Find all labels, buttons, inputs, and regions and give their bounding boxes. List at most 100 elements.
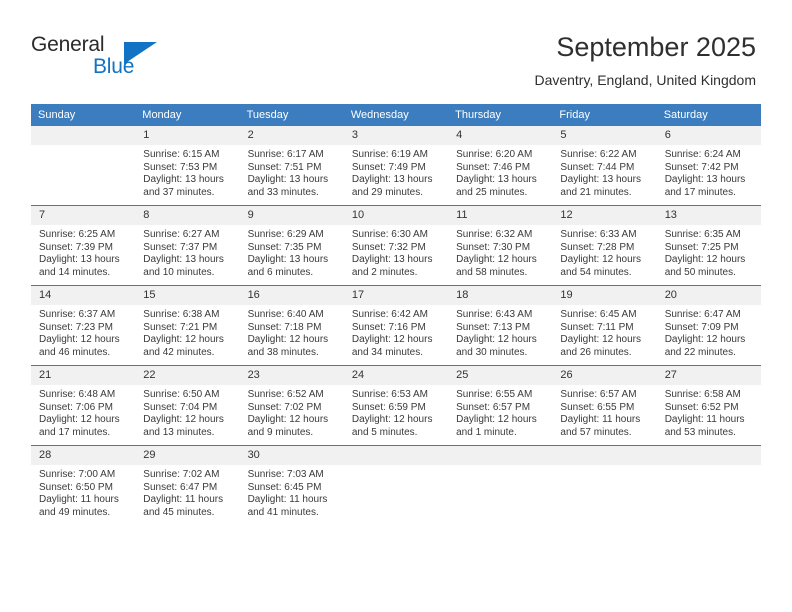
day-cell[interactable]: [448, 445, 553, 525]
day-cell[interactable]: 17 Sunrise: 6:42 AM Sunset: 7:16 PM Dayl…: [343, 285, 449, 366]
daylight-text-line1: Daylight: 12 hours: [143, 334, 224, 346]
day-cell[interactable]: 22 Sunrise: 6:50 AM Sunset: 7:04 PM Dayl…: [135, 365, 240, 446]
day-details: Sunrise: 6:17 AM Sunset: 7:51 PM Dayligh…: [240, 145, 344, 199]
daylight-text-line1: Daylight: 11 hours: [664, 414, 745, 426]
sunrise-text: Sunrise: 6:47 AM: [664, 309, 741, 320]
day-cell[interactable]: 4 Sunrise: 6:20 AM Sunset: 7:46 PM Dayli…: [448, 126, 553, 206]
sunrise-text: Sunrise: 7:00 AM: [39, 469, 116, 480]
sunset-text: Sunset: 7:28 PM: [560, 241, 635, 253]
day-cell[interactable]: 13 Sunrise: 6:35 AM Sunset: 7:25 PM Dayl…: [656, 205, 761, 286]
sunrise-text: Sunrise: 6:24 AM: [664, 149, 741, 160]
daylight-text-line1: Daylight: 12 hours: [39, 414, 120, 426]
day-cell[interactable]: 5 Sunrise: 6:22 AM Sunset: 7:44 PM Dayli…: [552, 126, 657, 206]
day-details: Sunrise: 6:29 AM Sunset: 7:35 PM Dayligh…: [240, 225, 344, 279]
day-cell[interactable]: [31, 126, 136, 206]
day-cell[interactable]: 8 Sunrise: 6:27 AM Sunset: 7:37 PM Dayli…: [135, 205, 240, 286]
day-cell[interactable]: 2 Sunrise: 6:17 AM Sunset: 7:51 PM Dayli…: [239, 126, 344, 206]
daylight-text-line1: Daylight: 13 hours: [247, 254, 329, 266]
day-cell[interactable]: [343, 445, 449, 525]
daylight-text-line2: and 57 minutes.: [560, 426, 632, 438]
week-row: 21 Sunrise: 6:48 AM Sunset: 7:06 PM Dayl…: [31, 365, 761, 446]
day-number: [448, 446, 553, 465]
day-details: Sunrise: 7:02 AM Sunset: 6:47 PM Dayligh…: [135, 465, 239, 519]
day-cell-inner: [552, 446, 657, 525]
day-details: Sunrise: 7:03 AM Sunset: 6:45 PM Dayligh…: [240, 465, 344, 519]
sunset-text: Sunset: 7:32 PM: [351, 241, 426, 253]
daylight-text-line2: and 54 minutes.: [560, 266, 632, 278]
sunset-text: Sunset: 7:42 PM: [664, 161, 739, 173]
day-cell[interactable]: 28 Sunrise: 7:00 AM Sunset: 6:50 PM Dayl…: [31, 445, 136, 525]
day-cell[interactable]: [552, 445, 657, 525]
sunset-text: Sunset: 7:16 PM: [351, 321, 426, 333]
day-number: 18: [448, 286, 553, 305]
calendar-page: General Blue September 2025 Daventry, En…: [0, 0, 792, 612]
daylight-text-line2: and 2 minutes.: [351, 266, 418, 278]
sunset-text: Sunset: 7:46 PM: [456, 161, 531, 173]
day-cell[interactable]: 16 Sunrise: 6:40 AM Sunset: 7:18 PM Dayl…: [239, 285, 344, 366]
day-cell[interactable]: 19 Sunrise: 6:45 AM Sunset: 7:11 PM Dayl…: [552, 285, 657, 366]
day-cell[interactable]: 21 Sunrise: 6:48 AM Sunset: 7:06 PM Dayl…: [31, 365, 136, 446]
day-cell-inner: 10 Sunrise: 6:30 AM Sunset: 7:32 PM Dayl…: [343, 206, 449, 285]
day-number: 29: [135, 446, 240, 465]
day-cell[interactable]: 7 Sunrise: 6:25 AM Sunset: 7:39 PM Dayli…: [31, 205, 136, 286]
day-cell[interactable]: 15 Sunrise: 6:38 AM Sunset: 7:21 PM Dayl…: [135, 285, 240, 366]
day-cell[interactable]: 27 Sunrise: 6:58 AM Sunset: 6:52 PM Dayl…: [656, 365, 761, 446]
daylight-text-line1: Daylight: 13 hours: [664, 174, 746, 186]
day-number: 3: [343, 126, 449, 145]
weekday-header-saturday: Saturday: [656, 104, 761, 126]
day-cell-inner: 4 Sunrise: 6:20 AM Sunset: 7:46 PM Dayli…: [448, 126, 553, 205]
daylight-text-line1: Daylight: 13 hours: [456, 174, 537, 186]
day-cell-inner: [343, 446, 449, 525]
day-details: Sunrise: 6:24 AM Sunset: 7:42 PM Dayligh…: [657, 145, 761, 199]
weekday-header-friday: Friday: [552, 104, 657, 126]
day-cell[interactable]: 11 Sunrise: 6:32 AM Sunset: 7:30 PM Dayl…: [448, 205, 553, 286]
sunset-text: Sunset: 7:06 PM: [39, 401, 113, 413]
day-number: 25: [448, 366, 553, 385]
daylight-text-line1: Daylight: 12 hours: [664, 334, 746, 346]
sunrise-text: Sunrise: 6:37 AM: [39, 309, 116, 320]
day-cell-inner: 29 Sunrise: 7:02 AM Sunset: 6:47 PM Dayl…: [135, 446, 240, 525]
day-cell[interactable]: 10 Sunrise: 6:30 AM Sunset: 7:32 PM Dayl…: [343, 205, 449, 286]
week-row: 1 Sunrise: 6:15 AM Sunset: 7:53 PM Dayli…: [31, 126, 761, 206]
day-number: 20: [656, 286, 761, 305]
day-cell-inner: 26 Sunrise: 6:57 AM Sunset: 6:55 PM Dayl…: [552, 366, 657, 445]
sunrise-text: Sunrise: 6:38 AM: [143, 309, 220, 320]
day-number: 7: [31, 206, 136, 225]
day-cell[interactable]: 6 Sunrise: 6:24 AM Sunset: 7:42 PM Dayli…: [656, 126, 761, 206]
day-cell-inner: 3 Sunrise: 6:19 AM Sunset: 7:49 PM Dayli…: [343, 126, 449, 205]
sunrise-text: Sunrise: 6:42 AM: [351, 309, 428, 320]
day-cell[interactable]: 23 Sunrise: 6:52 AM Sunset: 7:02 PM Dayl…: [239, 365, 344, 446]
day-cell[interactable]: 12 Sunrise: 6:33 AM Sunset: 7:28 PM Dayl…: [552, 205, 657, 286]
day-details: Sunrise: 6:27 AM Sunset: 7:37 PM Dayligh…: [135, 225, 239, 279]
day-details: Sunrise: 6:15 AM Sunset: 7:53 PM Dayligh…: [135, 145, 239, 199]
day-cell[interactable]: [656, 445, 761, 525]
day-cell[interactable]: 24 Sunrise: 6:53 AM Sunset: 6:59 PM Dayl…: [343, 365, 449, 446]
general-blue-logo[interactable]: General Blue: [31, 33, 157, 81]
day-cell-inner: 9 Sunrise: 6:29 AM Sunset: 7:35 PM Dayli…: [239, 206, 344, 285]
daylight-text-line1: Daylight: 11 hours: [247, 494, 328, 506]
day-cell[interactable]: 20 Sunrise: 6:47 AM Sunset: 7:09 PM Dayl…: [656, 285, 761, 366]
page-subtitle: Daventry, England, United Kingdom: [534, 72, 756, 88]
day-cell[interactable]: 26 Sunrise: 6:57 AM Sunset: 6:55 PM Dayl…: [552, 365, 657, 446]
week-row: 7 Sunrise: 6:25 AM Sunset: 7:39 PM Dayli…: [31, 205, 761, 286]
sunrise-text: Sunrise: 6:33 AM: [560, 229, 637, 240]
day-cell[interactable]: 1 Sunrise: 6:15 AM Sunset: 7:53 PM Dayli…: [135, 126, 240, 206]
day-details: Sunrise: 6:45 AM Sunset: 7:11 PM Dayligh…: [552, 305, 656, 359]
day-cell[interactable]: 30 Sunrise: 7:03 AM Sunset: 6:45 PM Dayl…: [239, 445, 344, 525]
day-number: 24: [343, 366, 449, 385]
sunrise-text: Sunrise: 6:40 AM: [247, 309, 324, 320]
day-number: [343, 446, 449, 465]
day-cell[interactable]: 3 Sunrise: 6:19 AM Sunset: 7:49 PM Dayli…: [343, 126, 449, 206]
day-cell[interactable]: 29 Sunrise: 7:02 AM Sunset: 6:47 PM Dayl…: [135, 445, 240, 525]
sunset-text: Sunset: 7:51 PM: [247, 161, 322, 173]
day-cell[interactable]: 25 Sunrise: 6:55 AM Sunset: 6:57 PM Dayl…: [448, 365, 553, 446]
sunrise-text: Sunrise: 6:55 AM: [456, 389, 533, 400]
daylight-text-line2: and 29 minutes.: [351, 186, 424, 198]
daylight-text-line2: and 5 minutes.: [351, 426, 418, 438]
daylight-text-line1: Daylight: 12 hours: [351, 334, 433, 346]
day-cell[interactable]: 14 Sunrise: 6:37 AM Sunset: 7:23 PM Dayl…: [31, 285, 136, 366]
day-details: Sunrise: 6:50 AM Sunset: 7:04 PM Dayligh…: [135, 385, 239, 439]
sunset-text: Sunset: 7:09 PM: [664, 321, 739, 333]
day-cell[interactable]: 9 Sunrise: 6:29 AM Sunset: 7:35 PM Dayli…: [239, 205, 344, 286]
day-cell[interactable]: 18 Sunrise: 6:43 AM Sunset: 7:13 PM Dayl…: [448, 285, 553, 366]
